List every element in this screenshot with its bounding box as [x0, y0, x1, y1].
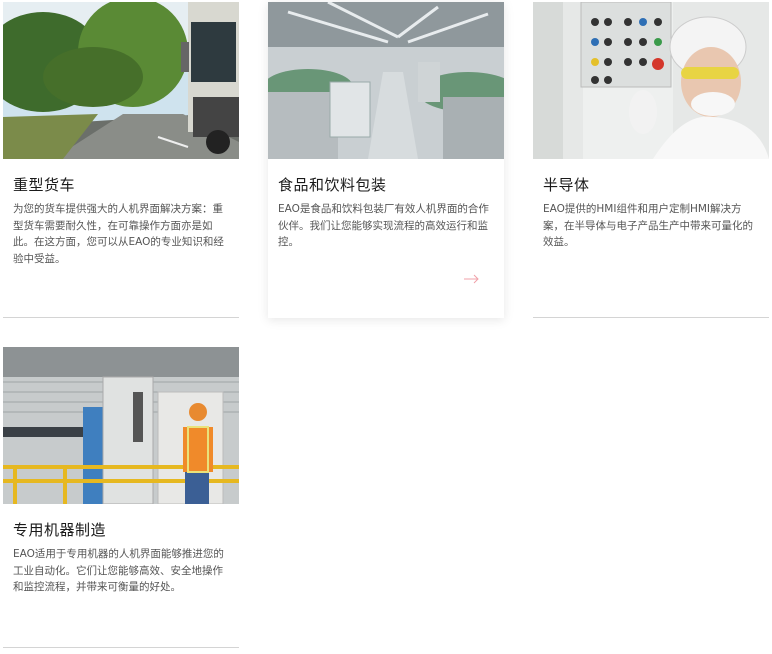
card-title: 食品和饮料包装 — [278, 176, 387, 194]
card-semiconductor[interactable]: 半导体 EAO提供的HMI组件和用户定制HMI解决方案，在半导体与电子产品生产中… — [533, 2, 769, 318]
truck-on-road-image — [3, 2, 239, 159]
machine-operator-image — [3, 347, 239, 504]
card-description: EAO适用于专用机器的人机界面能够推进您的工业自动化。它们让您能够高效、安全地操… — [13, 548, 224, 593]
cleanroom-operator-image — [533, 2, 769, 159]
bottling-plant-image — [268, 2, 504, 159]
card-title: 重型货车 — [13, 176, 76, 194]
card-description: 为您的货车提供强大的人机界面解决方案：重型货车需要耐久性，在可靠操作方面亦是如此… — [13, 203, 224, 265]
arrow-right-icon[interactable] — [464, 274, 480, 284]
card-description: EAO是食品和饮料包装厂有效人机界面的合作伙伴。我们让您能够实现流程的高效运行和… — [278, 203, 489, 248]
card-food-beverage-packaging[interactable]: 食品和饮料包装 EAO是食品和饮料包装厂有效人机界面的合作伙伴。我们让您能够实现… — [268, 2, 504, 318]
card-special-machinery[interactable]: 专用机器制造 EAO适用于专用机器的人机界面能够推进您的工业自动化。它们让您能够… — [3, 347, 239, 648]
card-heavy-trucks[interactable]: 重型货车 为您的货车提供强大的人机界面解决方案：重型货车需要耐久性，在可靠操作方… — [3, 2, 239, 318]
card-description: EAO提供的HMI组件和用户定制HMI解决方案，在半导体与电子产品生产中带来可量… — [543, 203, 753, 248]
card-title: 专用机器制造 — [13, 521, 107, 539]
card-title: 半导体 — [543, 176, 590, 194]
